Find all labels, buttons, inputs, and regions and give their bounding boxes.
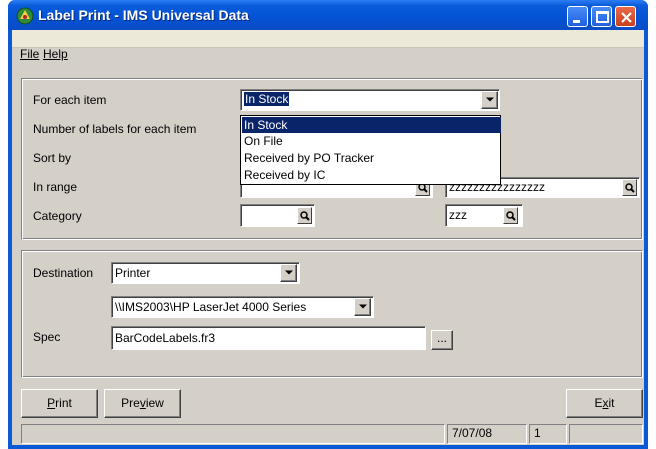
chevron-down-icon bbox=[485, 97, 494, 102]
search-icon bbox=[505, 210, 516, 221]
destination-label: Destination bbox=[33, 266, 94, 280]
category-from-search-button[interactable] bbox=[297, 207, 312, 224]
exit-button[interactable]: Exit bbox=[566, 389, 643, 418]
preview-button-label-pre: Pre bbox=[121, 396, 140, 410]
print-button-mnemonic: P bbox=[47, 396, 56, 410]
category-label: Category bbox=[33, 209, 82, 223]
printer-dropdown-button[interactable] bbox=[354, 298, 371, 316]
for-each-item-dropdown-button[interactable] bbox=[481, 91, 498, 109]
search-icon bbox=[299, 210, 310, 221]
for-each-item-select[interactable]: In Stock bbox=[240, 89, 500, 111]
search-icon bbox=[624, 182, 635, 193]
menu-file[interactable]: File bbox=[20, 47, 39, 61]
maximize-button[interactable] bbox=[591, 6, 612, 27]
chevron-down-icon bbox=[358, 304, 367, 309]
minimize-icon bbox=[573, 20, 580, 23]
in-range-to-search-button[interactable] bbox=[622, 179, 637, 196]
window-title: Label Print - IMS Universal Data bbox=[38, 7, 249, 23]
spec-field[interactable]: BarCodeLabels.fr3 bbox=[111, 326, 426, 350]
spec-label: Spec bbox=[33, 330, 61, 344]
category-to-search-button[interactable] bbox=[503, 207, 518, 224]
preview-button[interactable]: Preview bbox=[104, 389, 181, 418]
spec-browse-button[interactable]: ... bbox=[431, 330, 453, 350]
menu-help[interactable]: Help bbox=[43, 47, 68, 61]
maximize-icon bbox=[596, 11, 609, 23]
printer-select[interactable]: \\IMS2003\HP LaserJet 4000 Series bbox=[111, 296, 374, 318]
print-button[interactable]: Print bbox=[21, 389, 98, 418]
sort-by-label: Sort by bbox=[33, 151, 72, 165]
num-labels-label: Number of labels for each item bbox=[33, 122, 197, 136]
menu-bar bbox=[12, 30, 644, 48]
status-panel-main bbox=[21, 424, 445, 444]
preview-button-label-post: iew bbox=[145, 396, 164, 410]
status-panel-extra bbox=[569, 424, 643, 444]
chevron-down-icon bbox=[284, 270, 293, 275]
status-date: 7/07/08 bbox=[447, 424, 527, 444]
destination-dropdown-button[interactable] bbox=[280, 264, 297, 282]
dropdown-option-on-file[interactable]: On File bbox=[242, 133, 501, 149]
exit-button-label-post: it bbox=[608, 396, 615, 410]
dropdown-option-in-stock[interactable]: In Stock bbox=[242, 117, 501, 133]
menu-file-label: File bbox=[20, 47, 40, 61]
exit-button-label-pre: E bbox=[594, 396, 603, 410]
app-icon bbox=[16, 7, 34, 25]
in-range-label: In range bbox=[33, 180, 78, 194]
print-button-label: rint bbox=[55, 396, 72, 410]
for-each-item-label: For each item bbox=[33, 93, 107, 107]
destination-select[interactable]: Printer bbox=[111, 262, 300, 284]
dropdown-option-received-by-ic[interactable]: Received by IC bbox=[242, 167, 501, 183]
close-icon bbox=[621, 12, 632, 23]
for-each-item-dropdown-list: In Stock On File Received by PO Tracker … bbox=[240, 115, 501, 185]
minimize-button[interactable] bbox=[567, 6, 588, 27]
status-count: 1 bbox=[529, 424, 567, 444]
for-each-item-value: In Stock bbox=[244, 92, 290, 106]
menu-help-label: Help bbox=[43, 47, 68, 61]
close-button[interactable] bbox=[615, 6, 636, 27]
dropdown-option-received-by-po-tracker[interactable]: Received by PO Tracker bbox=[242, 150, 501, 166]
